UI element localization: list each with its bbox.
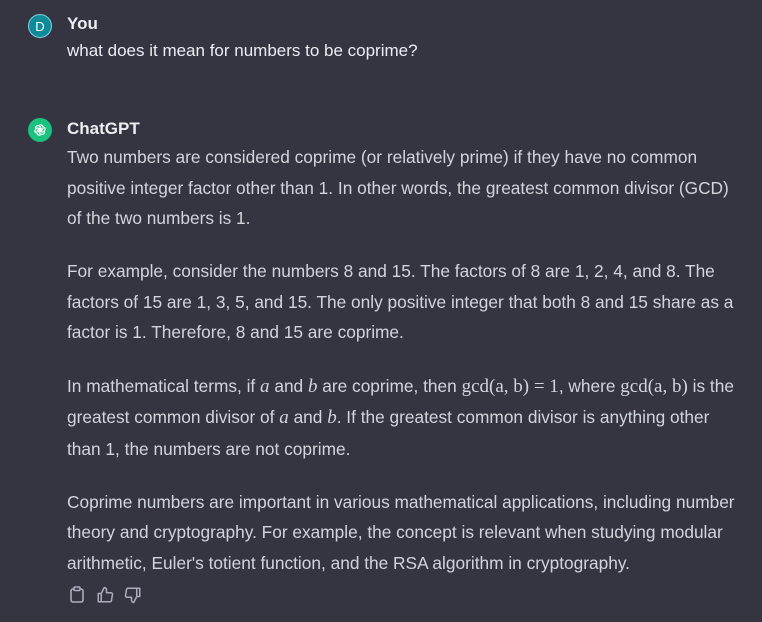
text-run: , where	[558, 375, 621, 396]
math-variable-a: a	[260, 376, 270, 397]
chatgpt-logo-icon	[28, 118, 52, 142]
math-gcd-expression: gcd(a, b)	[620, 376, 688, 397]
copy-icon	[70, 586, 84, 603]
math-args: (a, b) = 1	[489, 375, 559, 397]
math-b: b	[327, 407, 337, 429]
user-avatar: D	[28, 14, 52, 38]
answer-paragraph-1: Two numbers are considered coprime (or r…	[67, 147, 729, 229]
copy-button[interactable]	[67, 584, 87, 606]
text-run: and	[269, 375, 308, 396]
assistant-name: ChatGPT	[67, 119, 140, 138]
math-a: a	[279, 407, 289, 429]
thumbs-down-icon	[124, 587, 141, 604]
assistant-message: Two numbers are considered coprime (or r…	[67, 142, 747, 601]
thumbs-down-button[interactable]	[123, 584, 143, 606]
text-run: are coprime, then	[317, 375, 462, 396]
math-gcd-equation: gcd(a, b) = 1	[462, 376, 559, 397]
answer-paragraph-2: For example, consider the numbers 8 and …	[67, 261, 734, 343]
math-variable-a: a	[279, 407, 289, 428]
answer-paragraph-4: Coprime numbers are important in various…	[67, 491, 735, 574]
thumbs-up-button[interactable]	[95, 584, 115, 606]
answer-paragraph-3: In mathematical terms, if a and b are co…	[67, 371, 747, 465]
math-a: a	[260, 375, 270, 397]
math-args: (a, b)	[647, 375, 688, 397]
math-gcd: gcd	[461, 375, 489, 397]
text-run: In mathematical terms, if	[67, 375, 261, 396]
user-message: what does it mean for numbers to be copr…	[67, 41, 418, 60]
math-variable-b: b	[327, 407, 337, 428]
thumbs-up-icon	[97, 586, 114, 603]
math-gcd: gcd	[620, 375, 648, 397]
user-name: You	[67, 14, 98, 33]
message-actions	[67, 584, 143, 606]
text-run: and	[288, 407, 328, 428]
